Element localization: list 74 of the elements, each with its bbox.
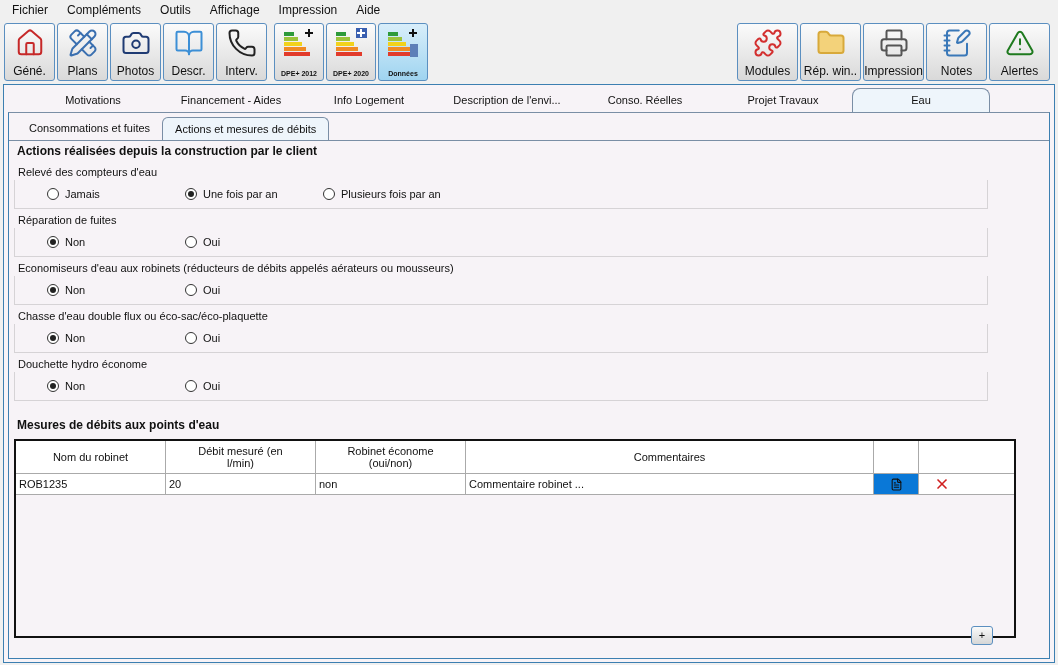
toolbar-button[interactable]: Photos (110, 23, 161, 81)
radio-button[interactable] (185, 284, 197, 296)
menu-item[interactable]: Aide (356, 1, 381, 19)
sub-tab[interactable]: Consommations et fuites (17, 117, 163, 140)
column-header: Nom du robinet (16, 441, 166, 473)
tab[interactable]: Projet Travaux (714, 88, 852, 112)
menu-item[interactable]: Compléments (67, 1, 142, 19)
radio-label: Plusieurs fois par an (341, 186, 441, 202)
toolbar-button[interactable]: Descr. (163, 23, 214, 81)
toolbar-button[interactable]: Modules (737, 23, 798, 81)
add-button[interactable]: + (971, 626, 993, 645)
radio-button[interactable] (185, 236, 197, 248)
energy-label-icon (282, 28, 316, 58)
menu-item[interactable]: Affichage (209, 1, 260, 19)
sub-tab[interactable]: Actions et mesures de débits (162, 117, 330, 140)
tab[interactable]: Description de l'envi... (438, 88, 576, 112)
document-icon (889, 477, 903, 491)
toolbar-button[interactable]: Géné. (4, 23, 55, 81)
notebook-icon (173, 28, 204, 58)
column-header: Commentaires (466, 441, 874, 473)
group-title: Economiseurs d'eau aux robinets (réducteurs de débits appelés aérateurs ou mousseurs) (17, 260, 455, 276)
radio-label: Non (65, 282, 86, 298)
toolbar-button[interactable]: Rép. win.. (800, 23, 861, 81)
group-title: Chasse d'eau double flux ou éco-sac/éco-plaquette (17, 308, 269, 324)
printer-icon (878, 28, 909, 58)
toolbar-button[interactable]: Plans (57, 23, 108, 81)
warning-icon (1004, 28, 1035, 58)
notes-icon (941, 28, 972, 58)
radio-label: Oui (203, 234, 221, 250)
document-button[interactable] (874, 474, 919, 494)
radio-button[interactable] (47, 188, 59, 200)
tab[interactable]: Eau (852, 88, 990, 112)
radio-button[interactable] (185, 188, 197, 200)
radio-button[interactable] (47, 380, 59, 392)
column-header: Débit mesuré (en l/min) (166, 441, 316, 473)
menu-item[interactable]: Impression (278, 1, 338, 19)
group-title: Réparation de fuites (17, 212, 118, 228)
column-header: Robinet économe (oui/non) (316, 441, 466, 473)
menu-item[interactable]: Outils (160, 1, 191, 19)
radio-button[interactable] (185, 380, 197, 392)
table-cell: non (316, 474, 466, 494)
radio-button[interactable] (47, 236, 59, 248)
puzzle-icon (752, 28, 783, 58)
table-cell: 20 (166, 474, 316, 494)
energy-label-icon (386, 28, 420, 58)
radio-button[interactable] (47, 284, 59, 296)
radio-button[interactable] (323, 188, 335, 200)
radio-button[interactable] (47, 332, 59, 344)
radio-label: Non (65, 330, 86, 346)
radio-label: Oui (203, 330, 221, 346)
tab[interactable]: Motivations (24, 88, 162, 112)
radio-label: Non (65, 378, 86, 394)
toolbar-button[interactable]: Impression (863, 23, 924, 81)
table-cell: ROB1235 (16, 474, 166, 494)
toolbar-button[interactable]: Interv. (216, 23, 267, 81)
tab[interactable]: Info Logement (300, 88, 438, 112)
phone-icon (226, 28, 257, 58)
radio-label: Jamais (65, 186, 100, 202)
toolbar-button[interactable]: Alertes (989, 23, 1050, 81)
radio-label: Non (65, 234, 86, 250)
toolbar-button[interactable]: Notes (926, 23, 987, 81)
section-title: Mesures de débits aux points d'eau (16, 417, 221, 434)
radio-button[interactable] (185, 332, 197, 344)
section-title: Actions réalisées depuis la construction par le client (16, 143, 319, 160)
tab[interactable]: Conso. Réelles (576, 88, 714, 112)
group-title: Relevé des compteurs d'eau (17, 164, 159, 180)
radio-label: Une fois par an (203, 186, 278, 202)
group-title: Douchette hydro économe (17, 356, 149, 372)
menu-item[interactable]: Fichier (12, 1, 48, 19)
radio-label: Oui (203, 378, 221, 394)
radio-label: Oui (203, 282, 221, 298)
energy-label-icon (334, 28, 368, 58)
tab[interactable]: Financement - Aides (162, 88, 300, 112)
pencil-ruler-icon (67, 28, 98, 58)
